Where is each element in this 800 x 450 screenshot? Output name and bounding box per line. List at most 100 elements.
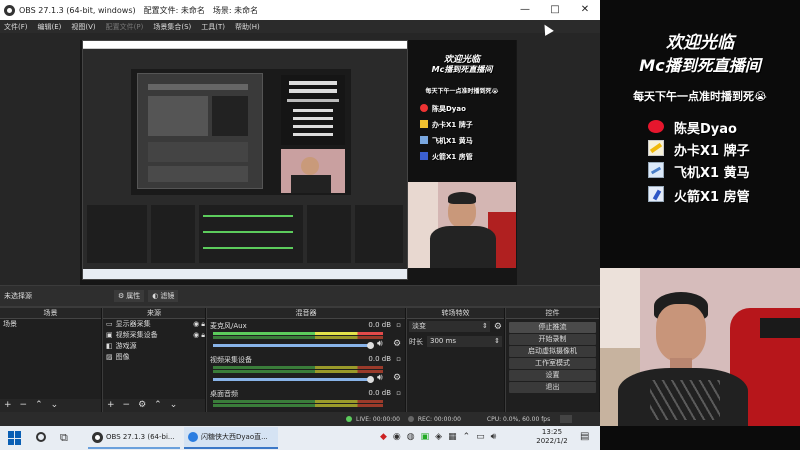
clock[interactable]: 13:25 2022/1/2	[532, 428, 572, 446]
cpu-fps: CPU: 0.0%, 60.00 fps	[486, 415, 551, 423]
tray-app-icon[interactable]: ◆	[380, 432, 387, 442]
nested-preview	[83, 49, 407, 199]
scene-item[interactable]: 场景	[0, 319, 101, 330]
source-settings-gear-icon[interactable]: ⚙	[138, 400, 146, 410]
menu-edit[interactable]: 编辑(E)	[38, 22, 62, 32]
preview-item-4: 火箭X1 房管	[432, 153, 473, 161]
windows-start-icon[interactable]	[8, 431, 22, 445]
volume-knob[interactable]	[367, 376, 374, 383]
menu-file[interactable]: 文件(F)	[4, 22, 28, 32]
preview-welcome-line2: Mc播到死直播间	[431, 65, 493, 74]
stream-overlay-panel: 欢迎光临 Mc播到死直播间 每天下午一点准时播到死😭 陈昊Dyao 办卡X1 牌…	[600, 0, 800, 450]
stop-streaming-button[interactable]: 停止推流	[509, 322, 596, 333]
filters-button[interactable]: ◐ 滤镜	[148, 290, 179, 302]
volume-slider[interactable]	[213, 344, 371, 347]
duration-value: 300 ms	[430, 337, 457, 345]
channel-name: 桌面音频	[210, 390, 238, 398]
maximize-button[interactable]: □	[540, 0, 570, 20]
controls-dock: 控件 停止推流 开始录制 启动虚拟摄像机 工作室模式 设置 退出	[506, 308, 600, 412]
menu-scene-collection[interactable]: 场景集合(S)	[153, 22, 191, 32]
controls-header: 控件	[506, 308, 599, 319]
nested-capture	[82, 40, 408, 280]
nvidia-icon[interactable]: ▣	[421, 432, 430, 442]
volume-slider[interactable]	[213, 378, 371, 381]
nested-taskbar	[83, 269, 407, 279]
welcome-line2: Mc播到死直播间	[639, 56, 761, 75]
remove-scene-icon[interactable]: −	[20, 400, 28, 410]
channel-lock-icon[interactable]: ▫	[396, 389, 401, 397]
overlay-item-2: 办卡X1 牌子	[674, 144, 750, 159]
tray-expand-icon[interactable]: ⌃	[463, 432, 471, 442]
notification-icon[interactable]: ▤	[580, 431, 589, 442]
spin-arrows-icon[interactable]: ⇕	[494, 336, 500, 347]
mixer-channel: 麦克风/Aux 0.0 dB ▫ 🔊︎ ⚙	[207, 321, 405, 355]
settings-button[interactable]: 设置	[509, 370, 596, 381]
remove-source-icon[interactable]: −	[123, 400, 131, 410]
menu-help[interactable]: 帮助(H)	[235, 22, 260, 32]
nested-overlay	[281, 75, 345, 145]
gear-icon: ⚙	[118, 292, 125, 300]
obs-logo-icon	[92, 431, 103, 443]
source-item[interactable]: ▨ 图像	[103, 352, 205, 363]
filter-icon: ◐	[152, 292, 159, 300]
channel-gear-icon[interactable]: ⚙	[393, 339, 401, 349]
duration-spinbox[interactable]: 300 ms ⇕	[427, 336, 502, 347]
scenes-header: 场景	[0, 308, 101, 319]
transition-select[interactable]: 淡变 ⇕	[409, 321, 490, 332]
source-item[interactable]: ▭ 显示器采集 ◉ 🔒︎	[103, 319, 205, 330]
channel-db: 0.0 dB	[368, 355, 391, 363]
search-circle-icon[interactable]	[36, 432, 46, 442]
lock-icon[interactable]: 🔒︎	[201, 319, 205, 330]
tray-app-icon[interactable]: ◉	[393, 432, 401, 442]
lock-icon[interactable]: 🔒︎	[201, 330, 205, 341]
volume-icon[interactable]: 🔊︎	[491, 432, 497, 442]
network-icon[interactable]: ▭	[476, 432, 485, 442]
weibo-icon	[420, 104, 428, 112]
move-down-icon[interactable]: ⌄	[51, 400, 59, 410]
scene-collection-label: 场景: 未命名	[212, 5, 259, 15]
transition-gear-icon[interactable]: ⚙	[494, 322, 502, 332]
move-up-icon[interactable]: ⌃	[154, 400, 162, 410]
bitrate-indicator-icon	[560, 415, 573, 423]
exit-button[interactable]: 退出	[509, 382, 596, 393]
visibility-eye-icon[interactable]: ◉	[193, 330, 199, 341]
taskbar-app-browser[interactable]: 闪糖侠大西Dyao直...	[184, 427, 278, 449]
menu-profile[interactable]: 配置文件(P)	[106, 22, 144, 32]
taskbar-app-obs[interactable]: OBS 27.1.3 (64-bi...	[88, 427, 180, 449]
studio-mode-button[interactable]: 工作室模式	[509, 358, 596, 369]
source-label: 显示器采集	[115, 320, 151, 328]
live-timer: LIVE: 00:00:00	[356, 415, 400, 423]
add-source-icon[interactable]: +	[107, 400, 115, 410]
channel-db: 0.0 dB	[368, 389, 391, 397]
menu-bar: 文件(F) 编辑(E) 视图(V) 配置文件(P) 场景集合(S) 工具(T) …	[0, 20, 600, 33]
menu-tools[interactable]: 工具(T)	[201, 22, 225, 32]
start-virtual-camera-button[interactable]: 启动虚拟摄像机	[509, 346, 596, 357]
obs-window: OBS 27.1.3 (64-bit, windows) 配置文件: 未命名 场…	[0, 0, 600, 426]
properties-button[interactable]: ⚙ 属性	[114, 290, 145, 302]
preview-canvas[interactable]: 欢迎光临 Mc播到死直播间 每天下午一点准时播到死😭 陈昊Dyao 办卡X1 牌…	[80, 40, 517, 285]
speaker-icon[interactable]: 🔊︎	[377, 339, 383, 349]
tray-app-icon[interactable]: ◈	[435, 432, 442, 442]
taskbar-app-label: 闪糖侠大西Dyao直...	[201, 433, 268, 441]
move-up-icon[interactable]: ⌃	[35, 400, 43, 410]
task-view-icon[interactable]: ⧉	[60, 431, 68, 445]
channel-lock-icon[interactable]: ▫	[396, 321, 401, 329]
browser-icon	[188, 432, 198, 442]
visibility-eye-icon[interactable]: ◉	[193, 319, 199, 330]
channel-gear-icon[interactable]: ⚙	[393, 373, 401, 383]
move-down-icon[interactable]: ⌄	[170, 400, 178, 410]
minimize-button[interactable]: —	[510, 0, 540, 20]
source-item[interactable]: ◧ 游戏源	[103, 341, 205, 352]
start-recording-button[interactable]: 开始录制	[509, 334, 596, 345]
tray-app-icon[interactable]: ◍	[407, 432, 415, 442]
source-item[interactable]: ▣ 视频采集设备 ◉ 🔒︎	[103, 330, 205, 341]
close-button[interactable]: ✕	[570, 0, 600, 20]
nested-webcam	[281, 149, 345, 193]
welcome-line1: 欢迎光临	[666, 33, 734, 53]
speaker-icon[interactable]: 🔊︎	[377, 373, 383, 383]
volume-knob[interactable]	[367, 342, 374, 349]
add-scene-icon[interactable]: +	[4, 400, 12, 410]
tray-app-icon[interactable]: ▦	[448, 432, 457, 442]
menu-view[interactable]: 视图(V)	[71, 22, 95, 32]
channel-lock-icon[interactable]: ▫	[396, 355, 401, 363]
